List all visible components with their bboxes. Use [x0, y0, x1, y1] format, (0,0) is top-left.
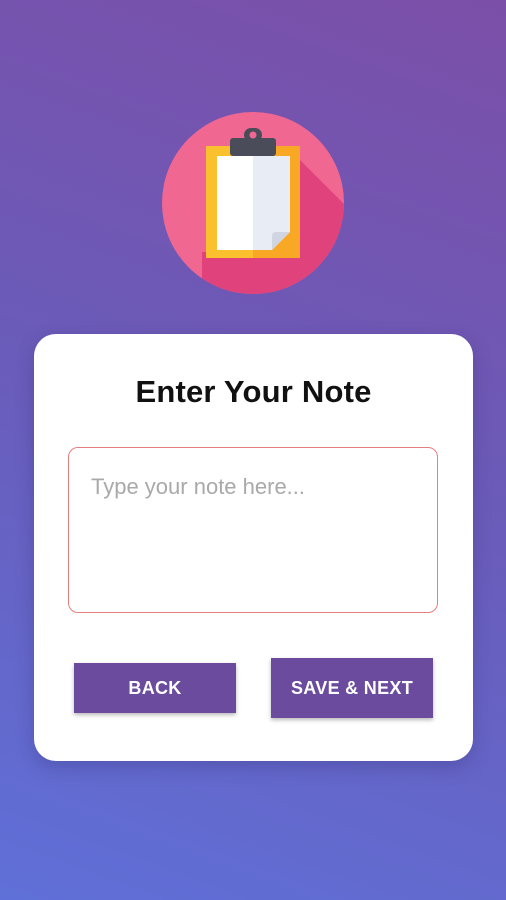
save-next-button-label: SAVE & NEXT: [291, 677, 413, 698]
save-next-button[interactable]: SAVE & NEXT: [271, 658, 433, 718]
back-button-label: BACK: [128, 677, 182, 698]
back-button[interactable]: BACK: [74, 663, 236, 713]
app-logo: [162, 112, 344, 294]
note-input[interactable]: [68, 447, 438, 613]
note-card: Enter Your Note BACK SAVE & NEXT: [34, 334, 473, 761]
clipboard-icon: [202, 128, 344, 294]
card-title: Enter Your Note: [135, 374, 372, 409]
